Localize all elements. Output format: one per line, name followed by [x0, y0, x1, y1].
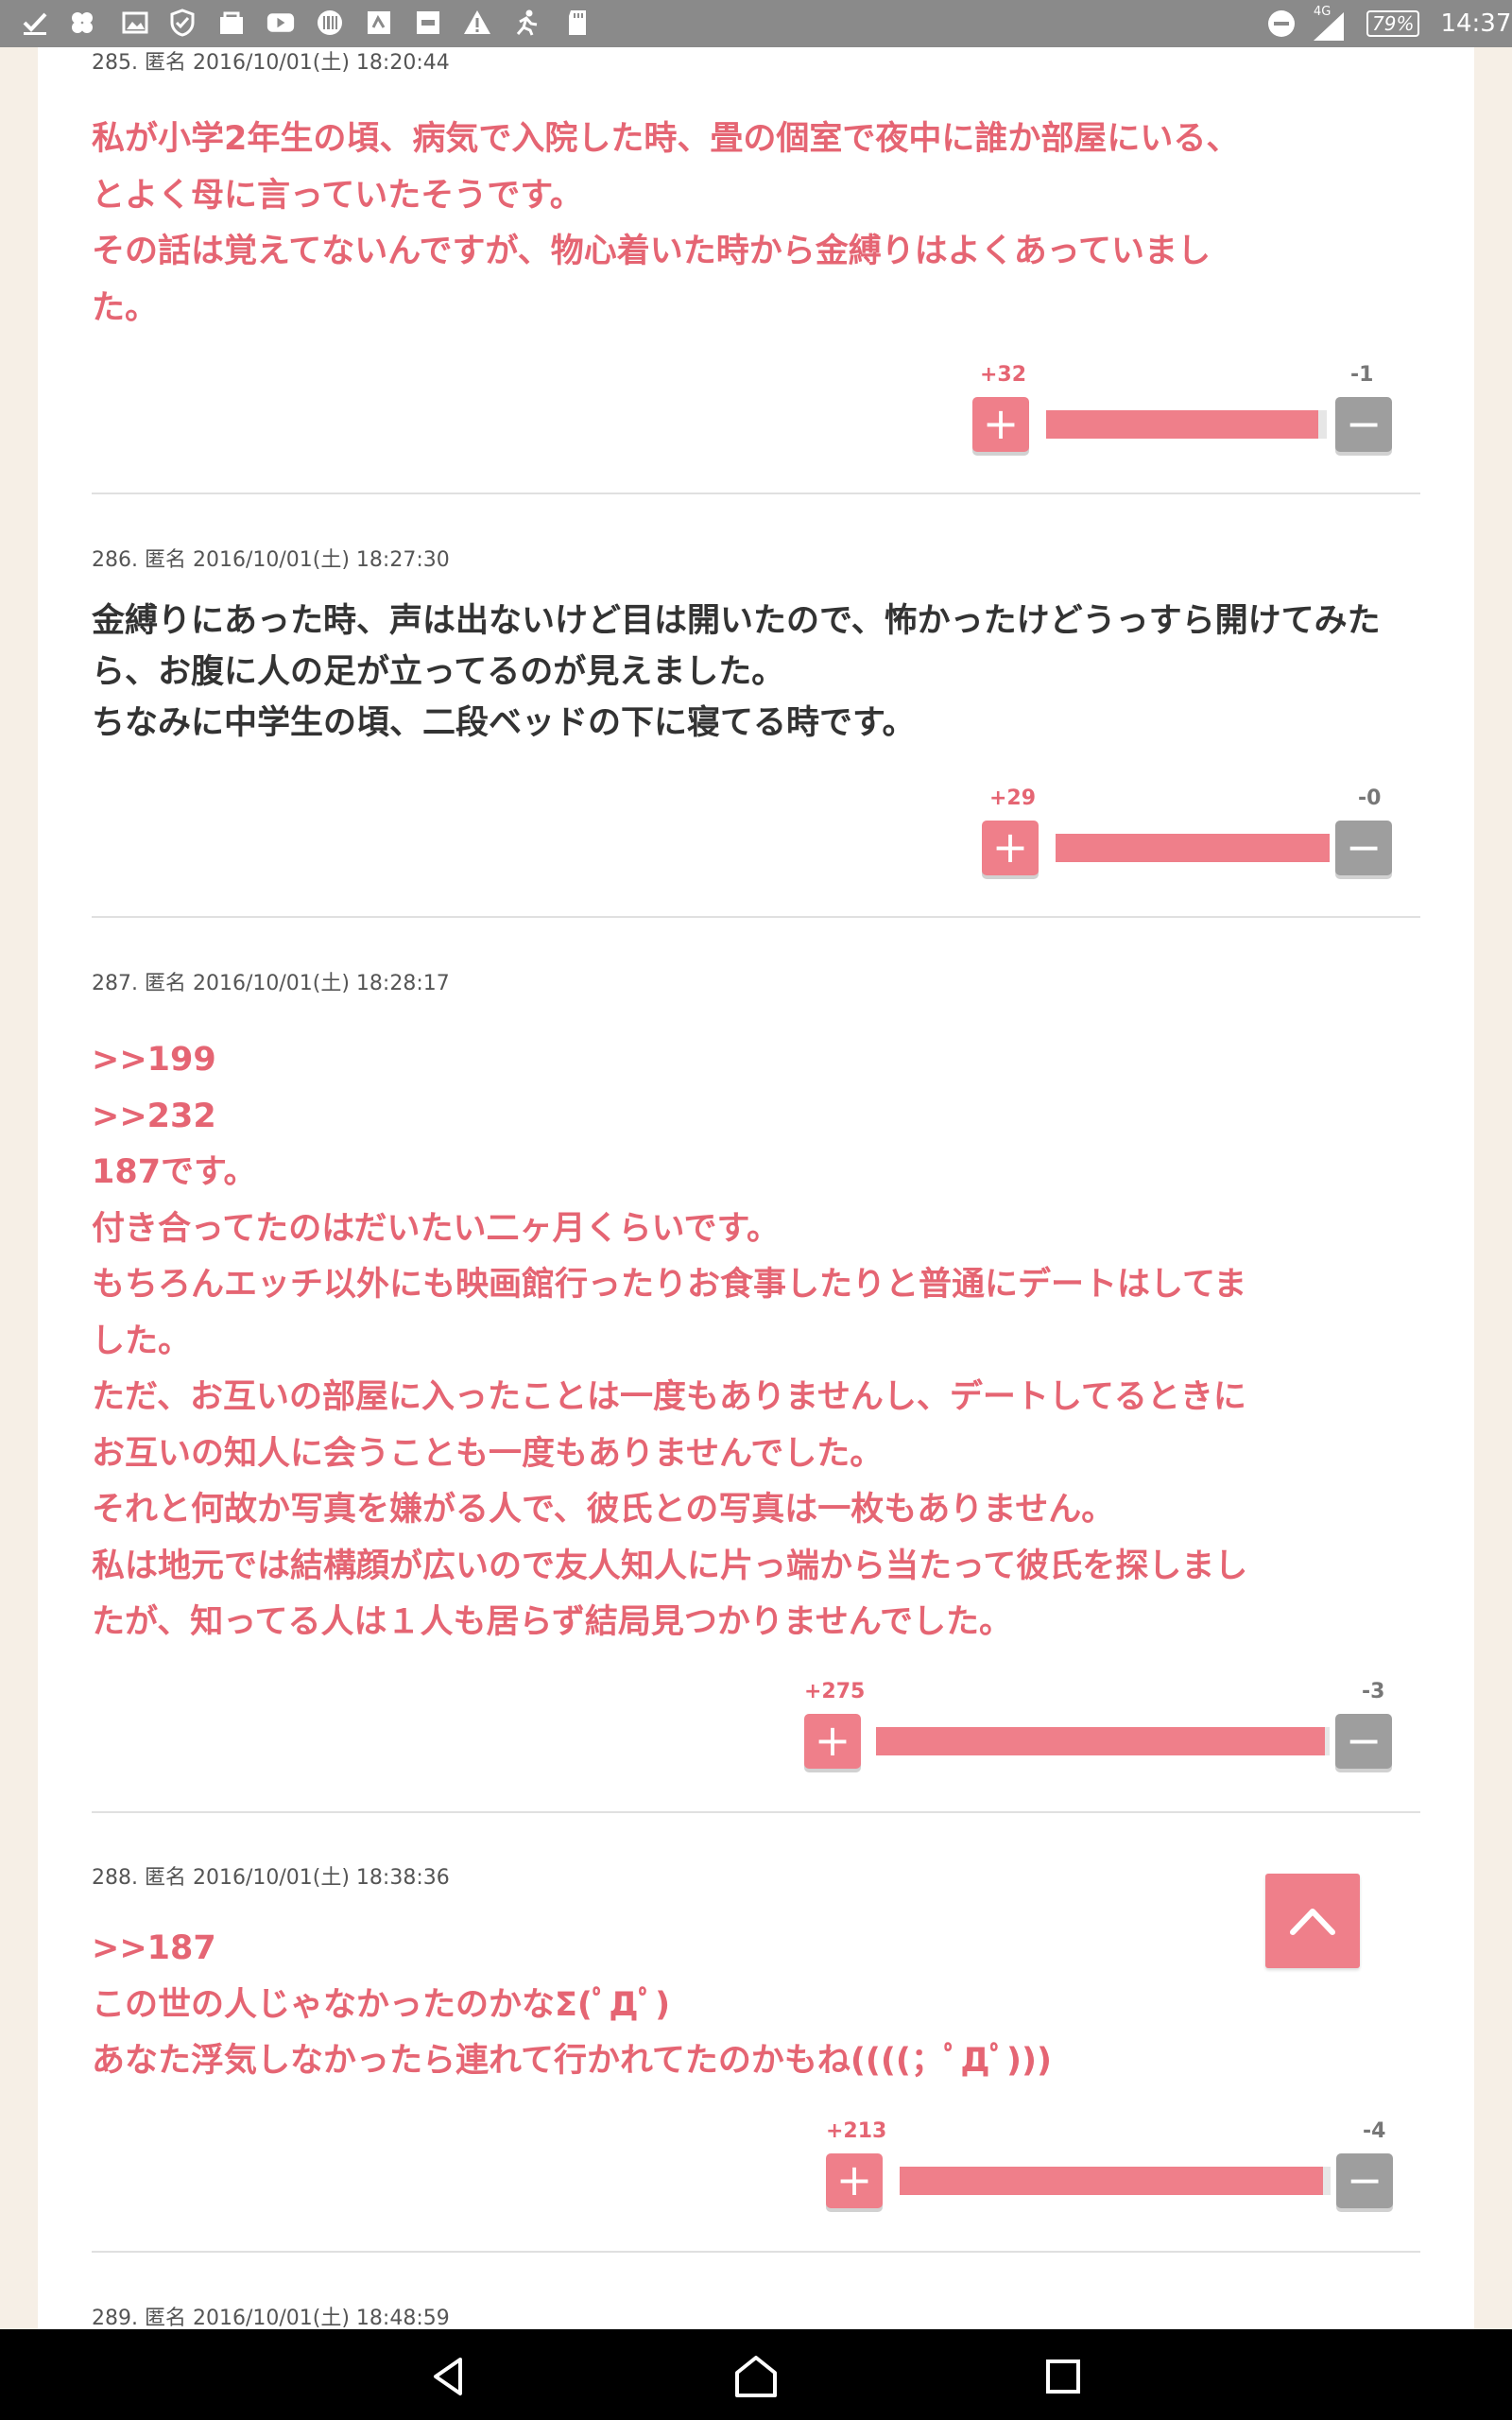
comment-meta: 289. 匿名 2016/10/01(土) 18:48:59 — [92, 2307, 450, 2329]
runner-icon — [516, 9, 538, 36]
do-not-disturb-icon — [1268, 10, 1295, 37]
vote-287: +275 -3 + − — [804, 1680, 1392, 1784]
comment-line: 私は地元では結構顔が広いので友人知人に片っ端から当たって彼氏を探しまし — [92, 1547, 1248, 1585]
plus-count: +32 — [980, 363, 1027, 387]
comment-line: それと何故か写真を嫌がる人で、彼氏との写真は一枚もありません。 — [92, 1491, 1115, 1529]
battery-indicator: 79% — [1366, 10, 1420, 37]
warning-icon — [464, 10, 490, 34]
approval-bar — [1056, 834, 1330, 862]
approval-bar-fill — [900, 2167, 1323, 2195]
approval-bar-fill — [1056, 834, 1330, 862]
minus-count: -1 — [1350, 363, 1374, 387]
vote-285: +32 -1 + − — [972, 363, 1392, 467]
vote-288: +213 -4 + − — [826, 2119, 1393, 2223]
comment-line: ただ、お互いの部屋に入ったことは一度もありませんし、デートしてるときに — [92, 1378, 1246, 1416]
comment-line: 187です。 — [92, 1153, 257, 1191]
comment-289: 289. 匿名 2016/10/01(土) 18:48:59 — [92, 2301, 1420, 2329]
comment-body: 金縛りにあった時、声は出ないけど目は開いたので、怖かったけどうっすら開けてみた … — [92, 596, 1381, 749]
minus-button[interactable]: − — [1335, 397, 1392, 452]
youtube-icon — [266, 13, 295, 32]
comment-288: 288. 匿名 2016/10/01(土) 18:38:36 >>187 この世… — [92, 1860, 1420, 2144]
comment-meta: 288. 匿名 2016/10/01(土) 18:38:36 — [92, 1866, 450, 1890]
approval-bar — [1046, 410, 1327, 439]
comment-line: ら、お腹に人の足が立ってるのが見えました。 — [92, 653, 785, 691]
comment-line: あなた浮気しなかったら連れて行かれてたのかもね((((；ﾟДﾟ))) — [92, 2042, 1053, 2080]
comment-line: とよく母に言っていたそうです。 — [92, 176, 583, 215]
app2-icon — [417, 11, 439, 34]
comment-meta: 285. 匿名 2016/10/01(土) 18:20:44 — [92, 51, 450, 75]
app-icon — [368, 11, 390, 34]
plus-button[interactable]: + — [972, 397, 1029, 452]
comment-divider — [92, 1811, 1420, 1813]
comment-line: この世の人じゃなかったのかなΣ(ﾟДﾟ) — [92, 1985, 671, 2024]
reply-link[interactable]: >>187 — [92, 1921, 1052, 1978]
comment-line: 付き合ってたのはだいたい二ヶ月くらいです。 — [92, 1209, 781, 1248]
comment-divider — [92, 916, 1420, 918]
comment-line: た。 — [92, 288, 159, 327]
comment-line: 私が小学2年生の頃、病気で入院した時、畳の個室で夜中に誰か部屋にいる、 — [92, 120, 1240, 158]
plus-count: +275 — [804, 1680, 866, 1703]
status-bar: 4G 79% 14:37 — [0, 0, 1512, 47]
comment-divider — [92, 493, 1420, 494]
minus-button[interactable]: − — [1335, 821, 1392, 875]
shield-icon — [170, 9, 195, 37]
chevron-up-icon — [1290, 1909, 1335, 1935]
comment-line: ちなみに中学生の頃、二段ベッドの下に寝てる時です。 — [92, 704, 916, 742]
comment-meta: 286. 匿名 2016/10/01(土) 18:27:30 — [92, 548, 450, 572]
approval-bar — [876, 1727, 1330, 1755]
minus-count: -4 — [1363, 2119, 1386, 2143]
comment-line: その話は覚えてないんですが、物心着いた時から金縛りはよくあっていまし — [92, 233, 1211, 270]
comment-line: お互いの知人に会うことも一度もありませんでした。 — [92, 1434, 884, 1473]
approval-bar-fill — [876, 1727, 1325, 1755]
comment-line: した。 — [92, 1322, 192, 1360]
navigation-bar — [0, 2329, 1512, 2420]
plus-button[interactable]: + — [804, 1714, 861, 1769]
back-icon[interactable] — [422, 2350, 475, 2403]
comment-divider — [92, 2251, 1420, 2253]
shop-icon — [220, 11, 243, 34]
minus-button[interactable]: − — [1336, 2153, 1393, 2208]
minus-button[interactable]: − — [1335, 1714, 1392, 1769]
clock: 14:37 — [1440, 9, 1512, 38]
plus-button[interactable]: + — [826, 2153, 883, 2208]
approval-bar — [900, 2167, 1331, 2195]
plus-count: +29 — [989, 786, 1037, 810]
comment-287: 287. 匿名 2016/10/01(土) 18:28:17 >>199 >>2… — [92, 966, 1420, 1722]
comment-line: 金縛りにあった時、声は出ないけど目は開いたので、怖かったけどうっすら開けてみた — [92, 602, 1381, 640]
comment-line: もちろんエッチ以外にも映画館行ったりお食事したりと普通にデートはしてま — [92, 1266, 1247, 1304]
comment-body: 私が小学2年生の頃、病気で入院した時、畳の個室で夜中に誰か部屋にいる、 とよく母… — [92, 112, 1239, 337]
sd-card-icon — [569, 10, 586, 35]
signal-icon: 4G — [1310, 5, 1346, 41]
comment-list: 285. 匿名 2016/10/01(土) 18:20:44 私が小学2年生の頃… — [38, 47, 1474, 2329]
gallery-icon — [122, 11, 148, 34]
comment-body: >>199 >>232 187です。 付き合ってたのはだいたい二ヶ月くらいです。… — [92, 1032, 1247, 1651]
comment-body: >>187 この世の人じゃなかったのかなΣ(ﾟДﾟ) あなた浮気しなかったら連れ… — [92, 1921, 1052, 2090]
check-icon — [23, 12, 47, 35]
reply-link[interactable]: >>232 — [92, 1089, 1247, 1146]
minus-count: -3 — [1362, 1680, 1385, 1703]
comment-line: たが、知ってる人は１人も居らず結局見つかりませんでした。 — [92, 1603, 1013, 1641]
comment-meta: 287. 匿名 2016/10/01(土) 18:28:17 — [92, 972, 450, 995]
vote-286: +29 -0 + − — [982, 786, 1392, 890]
plus-button[interactable]: + — [982, 821, 1039, 875]
reply-link[interactable]: >>199 — [92, 1032, 1247, 1089]
approval-bar-fill — [1046, 410, 1319, 439]
home-icon[interactable] — [730, 2350, 782, 2403]
pinwheel-icon — [72, 12, 93, 33]
recents-icon[interactable] — [1037, 2350, 1090, 2403]
minus-count: -0 — [1358, 786, 1382, 810]
barcode-icon — [318, 10, 342, 35]
plus-count: +213 — [826, 2119, 887, 2143]
scroll-top-button[interactable] — [1265, 1874, 1360, 1968]
